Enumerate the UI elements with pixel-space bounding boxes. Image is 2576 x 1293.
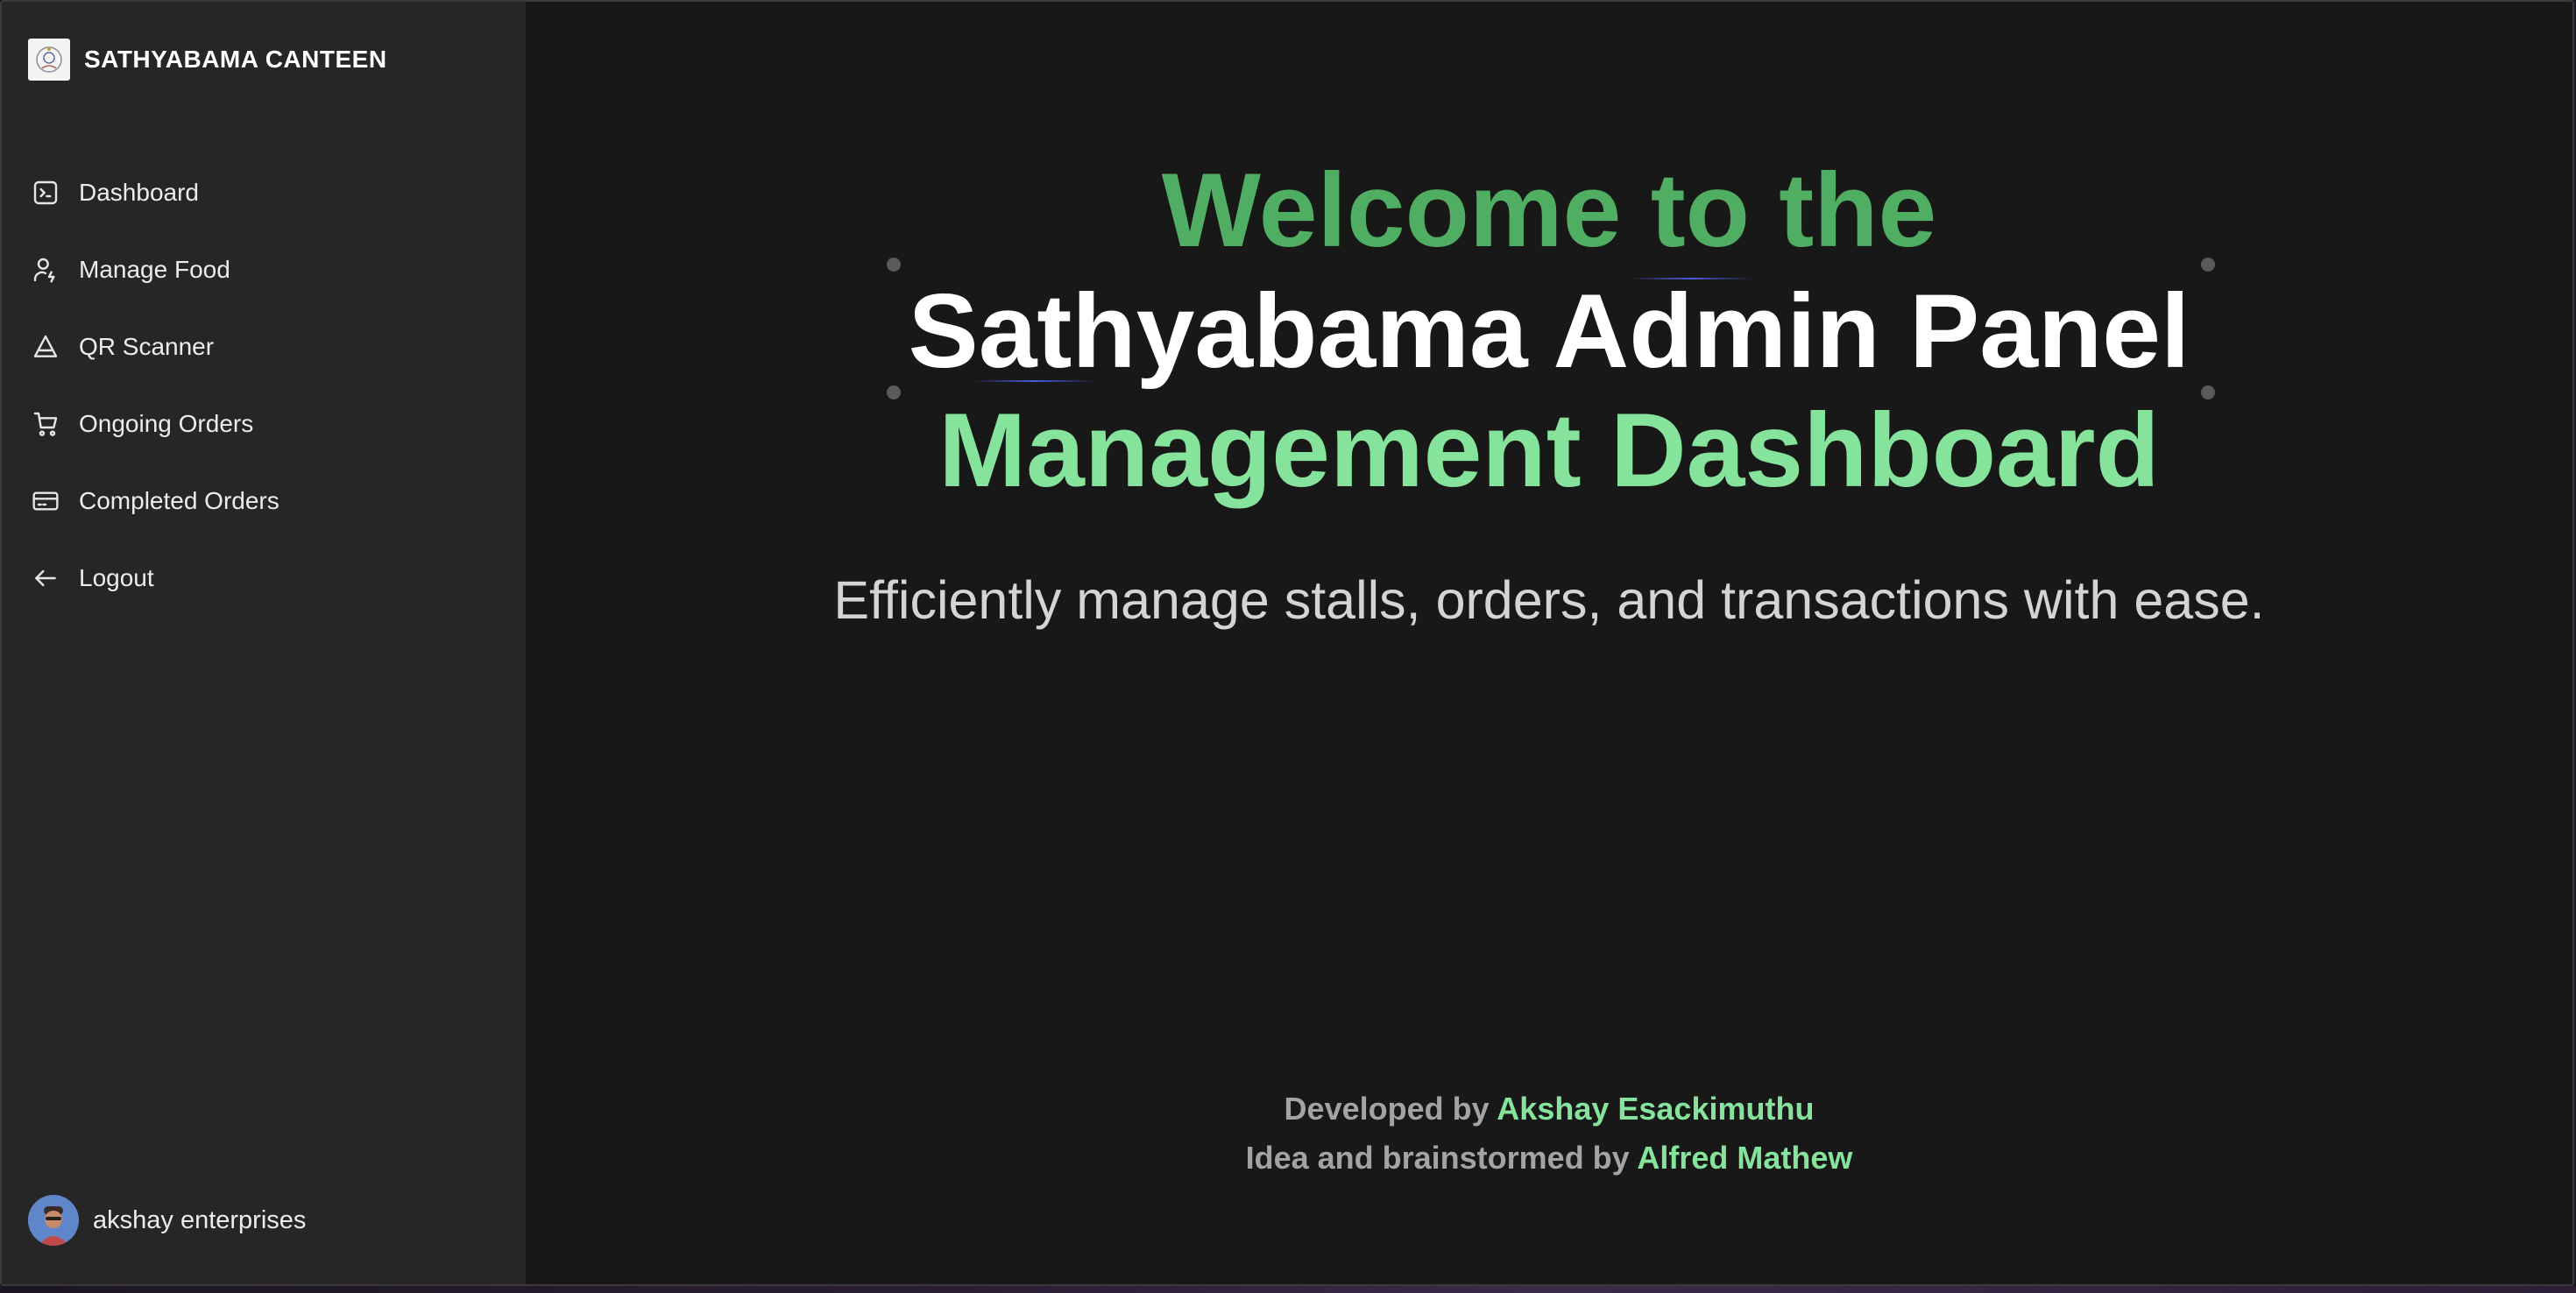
sidebar-item-manage-food[interactable]: Manage Food (30, 231, 503, 308)
cart-icon (30, 408, 61, 440)
hero-subtitle: Management Dashboard (938, 392, 2160, 509)
credit-developer-name: Akshay Esackimuthu (1497, 1091, 1815, 1127)
credit-ideator-name: Alfred Mathew (1637, 1140, 1853, 1176)
sidebar-item-dashboard[interactable]: Dashboard (30, 154, 503, 231)
sidebar-item-logout[interactable]: Logout (30, 540, 503, 617)
sidebar-item-label: QR Scanner (79, 333, 215, 360)
credit-developer-line: Developed by Akshay Esackimuthu (526, 1085, 2572, 1134)
terminal-square-icon (30, 177, 61, 208)
main-content: Welcome to the Sathyabama Admin Panel Ma… (526, 2, 2572, 1284)
sidebar-item-label: Ongoing Orders (79, 410, 254, 437)
credit-developer-prefix: Developed by (1284, 1091, 1490, 1127)
sidebar-item-label: Logout (79, 564, 154, 591)
sidebar-item-ongoing-orders[interactable]: Ongoing Orders (30, 385, 503, 463)
user-cog-icon (30, 254, 61, 286)
sidebar-nav: Dashboard Manage Food QR Scanner Ongoing… (30, 154, 503, 617)
desktop-edge (0, 1286, 2576, 1293)
app-window: SATHYABAMA CANTEEN Dashboard Manage Food… (0, 0, 2574, 1286)
triangle-scan-icon (30, 331, 61, 363)
sidebar-item-label: Manage Food (79, 256, 230, 283)
credits: Developed by Akshay Esackimuthu Idea and… (526, 1085, 2572, 1183)
sidebar-item-label: Completed Orders (79, 487, 280, 514)
sidebar: SATHYABAMA CANTEEN Dashboard Manage Food… (2, 2, 526, 1284)
brand-name: SATHYABAMA CANTEEN (84, 46, 387, 73)
user-name: akshay enterprises (93, 1205, 307, 1234)
brand[interactable]: SATHYABAMA CANTEEN (28, 39, 387, 81)
sidebar-item-label: Dashboard (79, 179, 199, 206)
credit-card-icon (30, 485, 61, 517)
user-profile[interactable]: akshay enterprises (28, 1195, 306, 1246)
page-description: Efficiently manage stalls, orders, and t… (833, 570, 2265, 630)
sidebar-item-qr-scanner[interactable]: QR Scanner (30, 308, 503, 385)
credit-idea-line: Idea and brainstormed by Alfred Mathew (526, 1134, 2572, 1183)
user-avatar (28, 1195, 79, 1246)
arrow-left-icon (30, 562, 61, 594)
canteen-logo-icon (28, 39, 70, 81)
sidebar-item-completed-orders[interactable]: Completed Orders (30, 463, 503, 540)
hero-welcome: Welcome to the (1161, 152, 1937, 269)
credit-idea-prefix: Idea and brainstormed by (1245, 1140, 1630, 1176)
hero-title: Sathyabama Admin Panel (908, 272, 2190, 390)
